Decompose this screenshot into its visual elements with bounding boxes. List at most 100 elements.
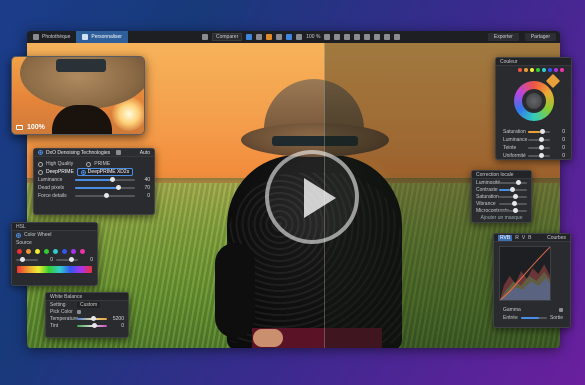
quality-row: High Quality PRIME bbox=[34, 160, 154, 168]
prime-radio[interactable] bbox=[86, 161, 92, 167]
hsl-red[interactable] bbox=[17, 249, 22, 254]
white-balance-panel: White Balance Setting Custom Pick Color T… bbox=[45, 292, 129, 338]
deepprime-xd-chip[interactable]: DeepPRIME XD2s bbox=[76, 168, 134, 176]
hand-tool-icon[interactable] bbox=[324, 34, 331, 40]
screen-icon bbox=[16, 125, 23, 130]
hsl-orange[interactable] bbox=[26, 249, 31, 254]
tab-library[interactable]: Photothèque bbox=[27, 31, 76, 43]
channel-g[interactable]: V bbox=[522, 235, 525, 241]
share-button[interactable]: Partager bbox=[524, 33, 556, 41]
hsl-green[interactable] bbox=[44, 249, 49, 254]
la-slider-3[interactable] bbox=[499, 200, 527, 206]
saturation-row: Saturation 0 bbox=[503, 129, 565, 135]
deep-row: DeepPRIME DeepPRIME XD2s bbox=[34, 168, 154, 176]
denoising-panel: DxO Denoising Technologies Auto High Qua… bbox=[33, 148, 155, 215]
deepprime-radio[interactable] bbox=[38, 169, 43, 175]
compare-select[interactable]: Comparer bbox=[212, 33, 243, 41]
hsl-range-slider[interactable] bbox=[16, 257, 38, 262]
rotate-icon[interactable] bbox=[256, 34, 263, 40]
la-footer[interactable]: Ajouter un masque bbox=[472, 214, 531, 222]
view-controls: Comparer 100 % bbox=[202, 33, 401, 41]
perspective-icon[interactable] bbox=[384, 34, 391, 40]
magic-wand-icon[interactable] bbox=[116, 150, 122, 155]
channel-rgb[interactable]: RVB bbox=[498, 234, 513, 241]
white-balance-header: White Balance bbox=[46, 293, 128, 301]
hsl-source-row: Source bbox=[16, 240, 32, 246]
gamma-row: Gamma bbox=[499, 306, 567, 314]
hsl-purple[interactable] bbox=[71, 249, 76, 254]
library-icon bbox=[33, 34, 39, 40]
curve-editor[interactable] bbox=[499, 246, 551, 301]
swatch-orange[interactable] bbox=[524, 68, 528, 72]
la-row-1: Contraste bbox=[472, 186, 531, 193]
la-slider-1[interactable] bbox=[499, 186, 527, 192]
force-details-slider[interactable] bbox=[75, 193, 135, 198]
tint-slider[interactable] bbox=[77, 322, 107, 328]
wb-eyedropper-icon[interactable] bbox=[77, 309, 81, 314]
thumb-hat-band bbox=[56, 59, 106, 72]
swatch-blue[interactable] bbox=[548, 68, 552, 72]
hsl-range-slider-2[interactable] bbox=[56, 257, 78, 262]
wb-tint-row: Tint 0 bbox=[50, 322, 124, 329]
saturation-slider[interactable] bbox=[528, 129, 550, 134]
split-view-icon[interactable] bbox=[246, 34, 253, 40]
fit-icon[interactable] bbox=[296, 34, 303, 40]
repair-icon[interactable] bbox=[354, 34, 361, 40]
channel-r[interactable]: R bbox=[515, 235, 519, 241]
hsl-cyan[interactable] bbox=[53, 249, 58, 254]
wb-preset-select[interactable]: Custom bbox=[77, 301, 101, 308]
loupe-thumbnail[interactable]: 100% bbox=[11, 56, 145, 135]
la-slider-4[interactable] bbox=[499, 207, 527, 213]
cw-luminance-slider[interactable] bbox=[528, 137, 550, 142]
hue-row: Teinte 0 bbox=[503, 145, 565, 151]
hsl-magenta[interactable] bbox=[80, 249, 85, 254]
luminance-row: Luminance 40 bbox=[38, 177, 150, 183]
luminance-slider[interactable] bbox=[75, 177, 135, 182]
la-slider-0[interactable] bbox=[499, 179, 527, 185]
dead-pixels-slider[interactable] bbox=[75, 185, 135, 190]
color-swatch-row bbox=[496, 66, 571, 74]
hue-slider[interactable] bbox=[528, 145, 550, 150]
color-wheel-header: Couleur bbox=[496, 58, 571, 66]
la-slider-2[interactable] bbox=[499, 193, 527, 199]
hue-wheel-inner bbox=[522, 89, 546, 113]
horizon-icon[interactable] bbox=[374, 34, 381, 40]
hsl-header: HSL bbox=[12, 223, 97, 231]
swatch-green[interactable] bbox=[536, 68, 540, 72]
brush-icon[interactable] bbox=[344, 34, 351, 40]
swatch-cyan[interactable] bbox=[542, 68, 546, 72]
hue-wheel-center[interactable] bbox=[526, 93, 542, 109]
channel-b[interactable]: B bbox=[528, 235, 531, 241]
hue-spectrum-bar[interactable] bbox=[17, 266, 92, 273]
crop-icon[interactable] bbox=[266, 34, 273, 40]
mask-icon[interactable] bbox=[364, 34, 371, 40]
swatch-red[interactable] bbox=[518, 68, 522, 72]
eye-icon[interactable] bbox=[394, 34, 401, 40]
hsl-blue[interactable] bbox=[62, 249, 67, 254]
swatch-yellow[interactable] bbox=[530, 68, 534, 72]
zoom-level[interactable]: 100 % bbox=[306, 34, 320, 40]
eyedropper-icon[interactable] bbox=[334, 34, 341, 40]
swatch-purple[interactable] bbox=[554, 68, 558, 72]
tab-customize[interactable]: Personnaliser bbox=[76, 31, 128, 43]
top-toolbar: Photothèque Personnaliser Comparer 100 % bbox=[27, 31, 560, 43]
temperature-slider[interactable] bbox=[77, 315, 107, 321]
grid-icon[interactable] bbox=[286, 34, 293, 40]
local-adjust-panel: Correction locale Luminosité Contraste S… bbox=[471, 170, 532, 223]
force-details-row: Force details 0 bbox=[38, 193, 150, 199]
hsl-yellow[interactable] bbox=[35, 249, 40, 254]
straighten-icon[interactable] bbox=[276, 34, 283, 40]
export-button[interactable]: Exporter bbox=[487, 33, 519, 41]
swatch-magenta[interactable] bbox=[560, 68, 564, 72]
wb-pick-row: Pick Color bbox=[46, 308, 128, 315]
compare-icon[interactable] bbox=[202, 34, 208, 40]
curve-io-slider[interactable] bbox=[520, 317, 547, 319]
curve-eyedropper-icon[interactable] bbox=[559, 308, 563, 312]
high-quality-radio[interactable] bbox=[38, 161, 43, 167]
uniformity-slider[interactable] bbox=[528, 153, 550, 158]
hue-wheel[interactable] bbox=[514, 81, 554, 121]
play-icon bbox=[304, 178, 336, 218]
dead-pixels-row: Dead pixels 70 bbox=[38, 185, 150, 191]
panel-toggle-icon[interactable] bbox=[38, 150, 43, 155]
color-wheel-radio[interactable] bbox=[16, 232, 21, 238]
